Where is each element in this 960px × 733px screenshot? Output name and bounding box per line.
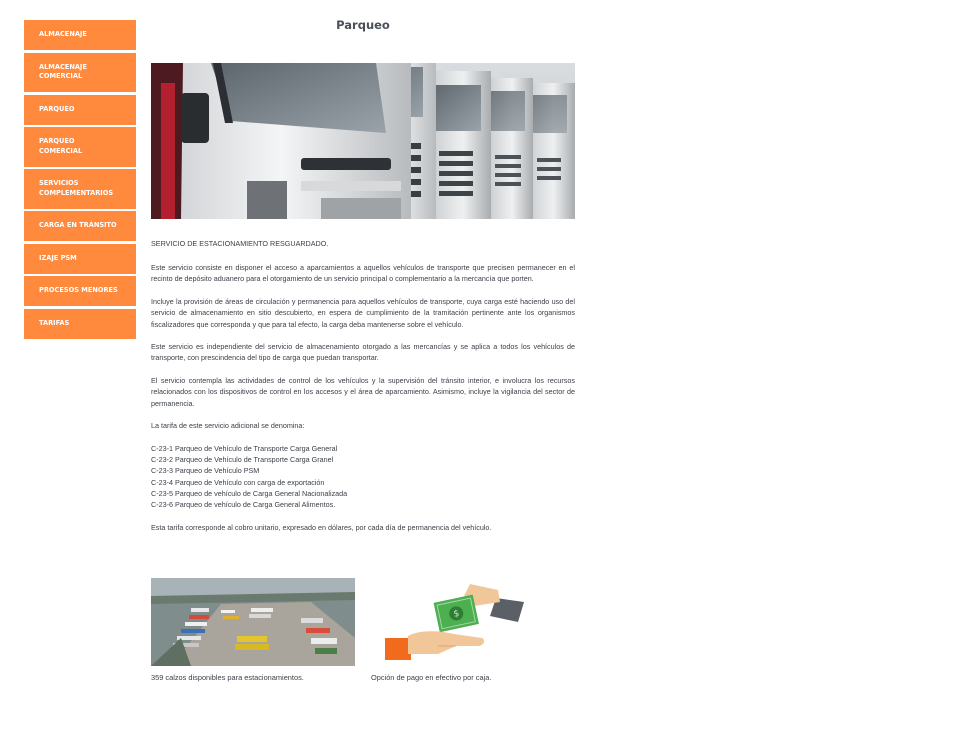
tariff-code-item: C-23-6 Parqueo de vehículo de Carga Gene… <box>151 499 336 509</box>
paragraph: Incluye la provisión de áreas de circula… <box>151 297 575 329</box>
tariff-code-item: C-23-5 Parqueo de vehículo de Carga Gene… <box>151 488 348 498</box>
cash-payment-illustration: $ <box>378 584 528 664</box>
tariff-code-item: C-23-3 Parqueo de Vehículo PSM <box>151 466 260 476</box>
sidebar-item-label: PROCESOS MENORES <box>39 286 118 295</box>
sidebar-item-label: COMERCIAL <box>39 72 83 81</box>
tariff-code-item: C-23-2 Parqueo de Vehículo de Transporte… <box>151 455 334 465</box>
payment-caption: Opción de pago en efectivo por caja. <box>371 673 492 682</box>
sidebar-item-label: COMERCIAL <box>39 146 83 155</box>
page-title: Parqueo <box>336 18 390 32</box>
sidebar-item-parqueo-comercial[interactable]: PARQUEO COMERCIAL <box>24 127 136 167</box>
sidebar-item-almacenaje[interactable]: ALMACENAJE <box>24 20 136 50</box>
sidebar-item-label: CARGA EN TRÁNSITO <box>39 221 117 230</box>
sidebar-item-label: PARQUEO <box>39 137 75 146</box>
sidebar-item-almacenaje-comercial[interactable]: ALMACENAJE COMERCIAL <box>24 52 136 92</box>
paragraph: El servicio contempla las actividades de… <box>151 376 575 408</box>
service-description: SERVICIO DE ESTACIONAMIENTO RESGUARDADO.… <box>151 238 575 544</box>
tariff-code-item: C-23-1 Parqueo de Vehículo de Transporte… <box>151 443 338 453</box>
sidebar-item-label: PARQUEO <box>39 104 75 113</box>
sidebar-item-tarifas[interactable]: TARIFAS <box>24 308 136 339</box>
paragraph: Este servicio es independiente del servi… <box>151 342 575 363</box>
sidebar-item-procesos-menores[interactable]: PROCESOS MENORES <box>24 276 136 306</box>
sidebar-item-carga-en-transito[interactable]: CARGA EN TRÁNSITO <box>24 211 136 241</box>
tariff-code-item: C-23-4 Parqueo de Vehículo con carga de … <box>151 477 325 487</box>
sidebar-nav: ALMACENAJE ALMACENAJE COMERCIAL PARQUEO … <box>24 20 136 341</box>
parking-lot-image <box>151 578 355 666</box>
tariff-code-list: C-23-1 Parqueo de Vehículo de Transporte… <box>151 443 575 510</box>
sidebar-item-label: COMPLEMENTARIOS <box>39 188 114 197</box>
paragraph: Esta tarifa corresponde al cobro unitari… <box>151 522 492 532</box>
sidebar-item-label: ALMACENAJE <box>39 62 87 71</box>
section-heading: SERVICIO DE ESTACIONAMIENTO RESGUARDADO. <box>151 239 329 248</box>
paragraph: Este servicio consiste en disponer el ac… <box>151 263 575 284</box>
parking-lot-caption: 359 calzos disponibles para estacionamie… <box>151 673 304 682</box>
sidebar-item-label: SERVICIOS <box>39 179 79 188</box>
sidebar-item-izaje-psm[interactable]: IZAJE PSM <box>24 243 136 274</box>
trucks-hero-image <box>151 63 575 219</box>
sidebar-item-label: IZAJE PSM <box>39 253 77 262</box>
sidebar-item-servicios-complementarios[interactable]: SERVICIOS COMPLEMENTARIOS <box>24 169 136 209</box>
sidebar-item-label: ALMACENAJE <box>39 30 87 39</box>
sidebar-item-parqueo[interactable]: PARQUEO <box>24 94 136 125</box>
paragraph: La tarifa de este servicio adicional se … <box>151 421 305 431</box>
sidebar-item-label: TARIFAS <box>39 318 70 327</box>
